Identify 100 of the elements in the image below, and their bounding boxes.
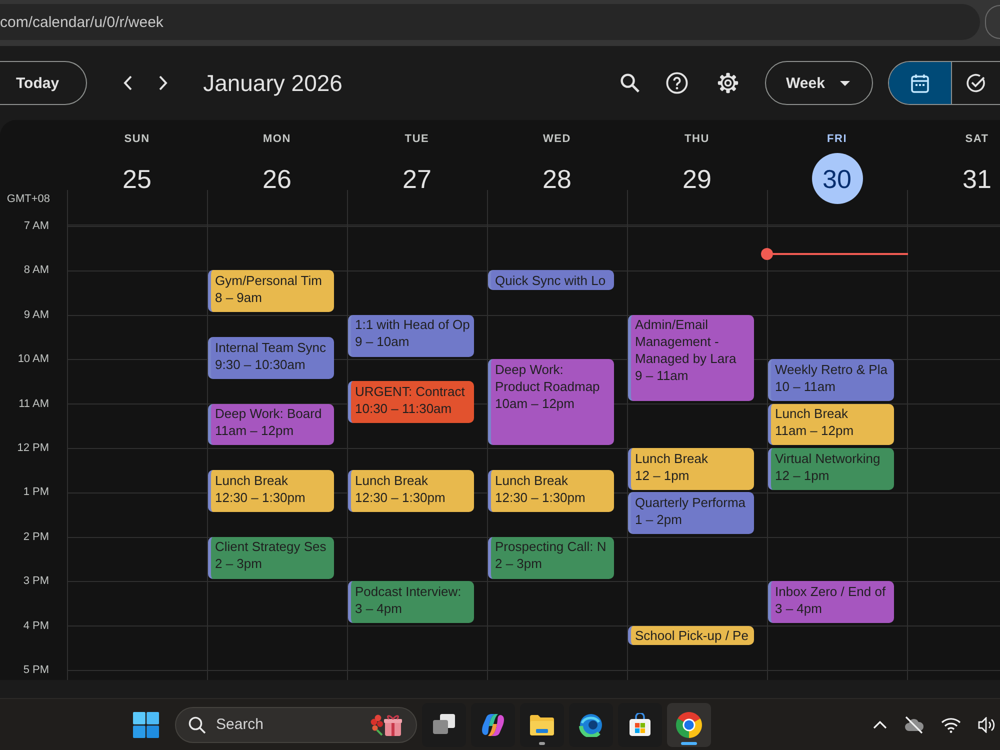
- taskbar-app-button[interactable]: [520, 702, 564, 746]
- event-title: Internal Team Sync: [215, 338, 326, 356]
- hour-label: 11 AM: [18, 398, 49, 410]
- swirl-logo-icon: [480, 712, 506, 736]
- settings-icon: [717, 72, 739, 94]
- event-time: 2 – 3pm: [215, 555, 262, 572]
- tricolor-circle-icon: [676, 712, 702, 738]
- calendar-event[interactable]: Prospecting Call: N 2 – 3pm: [488, 536, 614, 579]
- hour-label: 8 AM: [24, 264, 49, 276]
- taskbar-app-button[interactable]: [422, 702, 466, 746]
- calendar-event[interactable]: Gym/Personal Tim 8 – 9am: [208, 270, 334, 312]
- event-title: Lunch Break: [215, 472, 288, 489]
- event-time: 12:30 – 1:30pm: [215, 488, 306, 506]
- help-icon: [666, 72, 688, 94]
- event-title: Client Strategy Ses: [215, 538, 326, 556]
- calendar-event[interactable]: Lunch Break 12 – 1pm: [628, 448, 754, 490]
- event-time: 12 – 1pm: [635, 466, 690, 484]
- event-time: 8 – 9am: [215, 288, 262, 306]
- calendar-event[interactable]: 1:1 with Head of Op 9 – 10am: [348, 314, 474, 357]
- hour-label: 4 PM: [23, 620, 49, 632]
- event-time: 12 – 1pm: [775, 466, 830, 484]
- running-indicator-icon: [681, 742, 697, 744]
- wifi-icon[interactable]: [941, 716, 961, 732]
- event-time: 10am – 12pm: [495, 394, 574, 412]
- calendar-event[interactable]: Quick Sync with Lo: [488, 270, 614, 290]
- day-column[interactable]: Gym/Personal Tim 8 – 9am Internal Team Sync 9:30 – 10:30am Deep Work: Board 11am – 12pm Lunch Break 12:30 – 1:30pm Client Strategy Ses 2 – 3pm: [207, 190, 347, 680]
- calendar-view-button[interactable]: [889, 62, 951, 104]
- calendar-event[interactable]: Podcast Interview: 3 – 4pm: [348, 581, 474, 624]
- today-button[interactable]: Today: [0, 61, 88, 105]
- event-time: 12:30 – 1:30pm: [495, 488, 586, 506]
- event-title: Quick Sync with Lo: [495, 272, 606, 289]
- four-squares-icon: [133, 712, 159, 738]
- weekday-label: WED: [542, 132, 572, 146]
- date-number[interactable]: 25: [122, 164, 152, 194]
- calendar-event[interactable]: Admin/Email Management - Managed by Lara 9 – 11am: [628, 314, 754, 402]
- running-indicator-icon: [539, 742, 545, 744]
- event-title: Podcast Interview:: [355, 582, 462, 600]
- event-title: Deep Work: Product Roadmap: [495, 360, 601, 395]
- calendar-event[interactable]: Virtual Networking 12 – 1pm: [768, 448, 894, 490]
- weekday-label: FRI: [826, 132, 848, 146]
- search-icon: [188, 716, 206, 734]
- day-column[interactable]: Admin/Email Management - Managed by Lara 9 – 11am Lunch Break 12 – 1pm Quarterly Performa 1 – 2pm School Pick-up / Pe: [627, 190, 767, 680]
- event-title: Inbox Zero / End of: [775, 582, 886, 600]
- event-time: 10 – 11am: [775, 378, 836, 395]
- check-circle-icon: [966, 73, 986, 93]
- speaker-icon[interactable]: [978, 716, 996, 732]
- folder-icon: [529, 712, 555, 736]
- hour-label: 12 PM: [17, 442, 49, 454]
- shopping-bag-icon: [628, 712, 652, 736]
- calendar-event[interactable]: Deep Work: Board 11am – 12pm: [208, 404, 334, 446]
- calendar-event[interactable]: Inbox Zero / End of 3 – 4pm: [768, 581, 894, 624]
- calendar-event[interactable]: Client Strategy Ses 2 – 3pm: [208, 536, 334, 579]
- calendar-event[interactable]: Quarterly Performa 1 – 2pm: [628, 492, 754, 534]
- taskbar-app-button[interactable]: [667, 702, 711, 746]
- calendar-event[interactable]: URGENT: Contract 10:30 – 11:30am: [348, 381, 474, 424]
- event-time: 11am – 12pm: [775, 422, 854, 440]
- overlapping-windows-icon: [431, 712, 457, 736]
- event-time: 12:30 – 1:30pm: [355, 488, 446, 506]
- calendar-event[interactable]: Lunch Break 12:30 – 1:30pm: [348, 470, 474, 512]
- search-icon: [620, 73, 640, 93]
- date-number[interactable]: 31: [962, 164, 992, 194]
- address-bar[interactable]: com/calendar/u/0/r/week: [0, 4, 980, 40]
- hour-label: 3 PM: [23, 575, 49, 588]
- event-title: Virtual Networking: [775, 450, 880, 466]
- event-title: Deep Work: Board: [215, 405, 322, 422]
- weekday-label: THU: [684, 132, 710, 146]
- event-title: Lunch Break: [775, 405, 848, 422]
- taskbar-app-button[interactable]: [569, 702, 613, 746]
- event-time: 9 – 11am: [635, 367, 688, 384]
- calendar-event[interactable]: Weekly Retro & Pla 10 – 11am: [768, 359, 894, 402]
- calendar-event[interactable]: Lunch Break 12:30 – 1:30pm: [488, 470, 614, 512]
- weekday-label: SUN: [124, 132, 150, 146]
- taskbar-app-button[interactable]: [471, 702, 515, 746]
- event-time: 9:30 – 10:30am: [215, 356, 306, 372]
- event-title: Lunch Break: [355, 472, 428, 489]
- search-field[interactable]: Search: [175, 706, 417, 742]
- taskbar-app-button[interactable]: [618, 702, 662, 746]
- wave-globe-icon: [579, 712, 603, 736]
- event-title: Gym/Personal Tim: [215, 272, 322, 289]
- day-column[interactable]: Quick Sync with Lo Deep Work: Product Roadmap 10am – 12pm Lunch Break 12:30 – 1:30pm Prospecting Call: N 2 – 3pm: [487, 190, 627, 680]
- hour-label: 7 AM: [24, 220, 49, 232]
- event-title: Lunch Break: [635, 450, 708, 466]
- chevron-up-icon[interactable]: [873, 720, 887, 728]
- cloud-off-icon[interactable]: [904, 716, 924, 734]
- event-time: 3 – 4pm: [355, 600, 402, 617]
- calendar-event[interactable]: Deep Work: Product Roadmap 10am – 12pm: [488, 359, 614, 446]
- date-number[interactable]: 30: [812, 153, 862, 204]
- view-dropdown[interactable]: Week: [765, 61, 873, 105]
- event-title: Weekly Retro & Pla: [775, 360, 888, 378]
- calendar-event[interactable]: Internal Team Sync 9:30 – 10:30am: [208, 337, 334, 379]
- calendar-event[interactable]: Lunch Break 11am – 12pm: [768, 404, 894, 446]
- weekday-label: MON: [262, 132, 292, 146]
- calendar-event[interactable]: Lunch Break 12:30 – 1:30pm: [208, 470, 334, 512]
- gift-icon: [370, 712, 402, 736]
- event-title: Admin/Email Management - Managed by Lara: [635, 316, 738, 368]
- weekday-label: SAT: [965, 132, 989, 146]
- calendar-event[interactable]: School Pick-up / Pe: [628, 626, 754, 646]
- event-time: 3 – 4pm: [775, 600, 822, 617]
- caret-down-icon: [840, 80, 850, 86]
- day-column[interactable]: 1:1 with Head of Op 9 – 10am URGENT: Contract 10:30 – 11:30am Lunch Break 12:30 – 1:30pm Podcast Interview: 3 – 4pm: [347, 190, 487, 680]
